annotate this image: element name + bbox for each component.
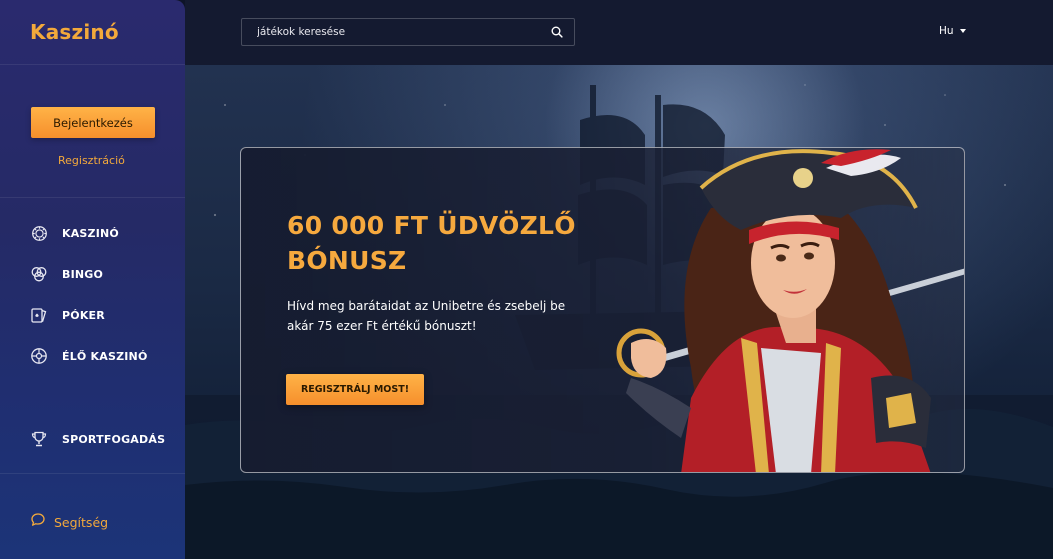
bingo-balls-icon xyxy=(30,265,48,283)
search-input[interactable] xyxy=(242,19,540,45)
sidebar-item-label: PÓKER xyxy=(62,308,105,322)
sidebar-item-label: SPORTFOGADÁS xyxy=(62,432,166,446)
sidebar-item-poker[interactable]: PÓKER xyxy=(30,305,105,325)
search-icon[interactable] xyxy=(540,26,574,38)
chevron-down-icon xyxy=(959,29,966,33)
sidebar-item-label: ÉLŐ KASZINÓ xyxy=(62,349,148,363)
poker-cards-icon xyxy=(30,306,48,324)
top-bar: Hu xyxy=(185,0,1053,65)
search-box xyxy=(241,18,575,46)
chat-bubble-icon xyxy=(30,512,46,532)
sidebar-item-label: KASZINÓ xyxy=(62,226,119,240)
logo-area: Kaszinó xyxy=(0,0,185,65)
promo-description: Hívd meg barátaidat az Unibetre és zsebe… xyxy=(287,299,566,333)
live-casino-icon xyxy=(30,347,48,365)
sidebar-item-kaszino[interactable]: KASZINÓ xyxy=(30,223,119,243)
sidebar: Kaszinó Bejelentkezés Regisztráció KASZI… xyxy=(0,0,185,559)
casino-chip-icon xyxy=(30,224,48,242)
casino-app: Kaszinó Bejelentkezés Regisztráció KASZI… xyxy=(0,0,1053,559)
auth-section: Bejelentkezés Regisztráció xyxy=(0,65,185,198)
sidebar-item-sportfogadas[interactable]: SPORTFOGADÁS xyxy=(30,429,165,449)
sidebar-item-elo-kaszino[interactable]: ÉLŐ KASZINÓ xyxy=(30,346,148,366)
register-now-button[interactable]: REGISZTRÁLJ MOST! xyxy=(286,374,424,405)
help-link[interactable]: Segítség xyxy=(30,512,108,532)
language-selector[interactable]: Hu xyxy=(939,25,966,37)
sidebar-item-label: BINGO xyxy=(62,267,104,281)
help-label: Segítség xyxy=(54,514,109,530)
login-button[interactable]: Bejelentkezés xyxy=(31,107,155,138)
sidebar-item-bingo[interactable]: BINGO xyxy=(30,264,103,284)
promo-title: 60 000 FT ÜDVÖZLŐ BÓNUSZ xyxy=(287,211,576,275)
promo-card: 60 000 FT ÜDVÖZLŐ BÓNUSZ Hívd meg baráta… xyxy=(240,147,965,473)
language-label: Hu xyxy=(939,25,954,37)
brand-logo[interactable]: Kaszinó xyxy=(30,20,119,44)
register-link[interactable]: Regisztráció xyxy=(58,154,125,167)
trophy-icon xyxy=(30,430,48,448)
sidebar-nav: KASZINÓ BINGO PÓKER ÉLŐ KASZINÓ SPORTFOG… xyxy=(0,198,185,474)
pirate-illustration xyxy=(616,149,964,472)
